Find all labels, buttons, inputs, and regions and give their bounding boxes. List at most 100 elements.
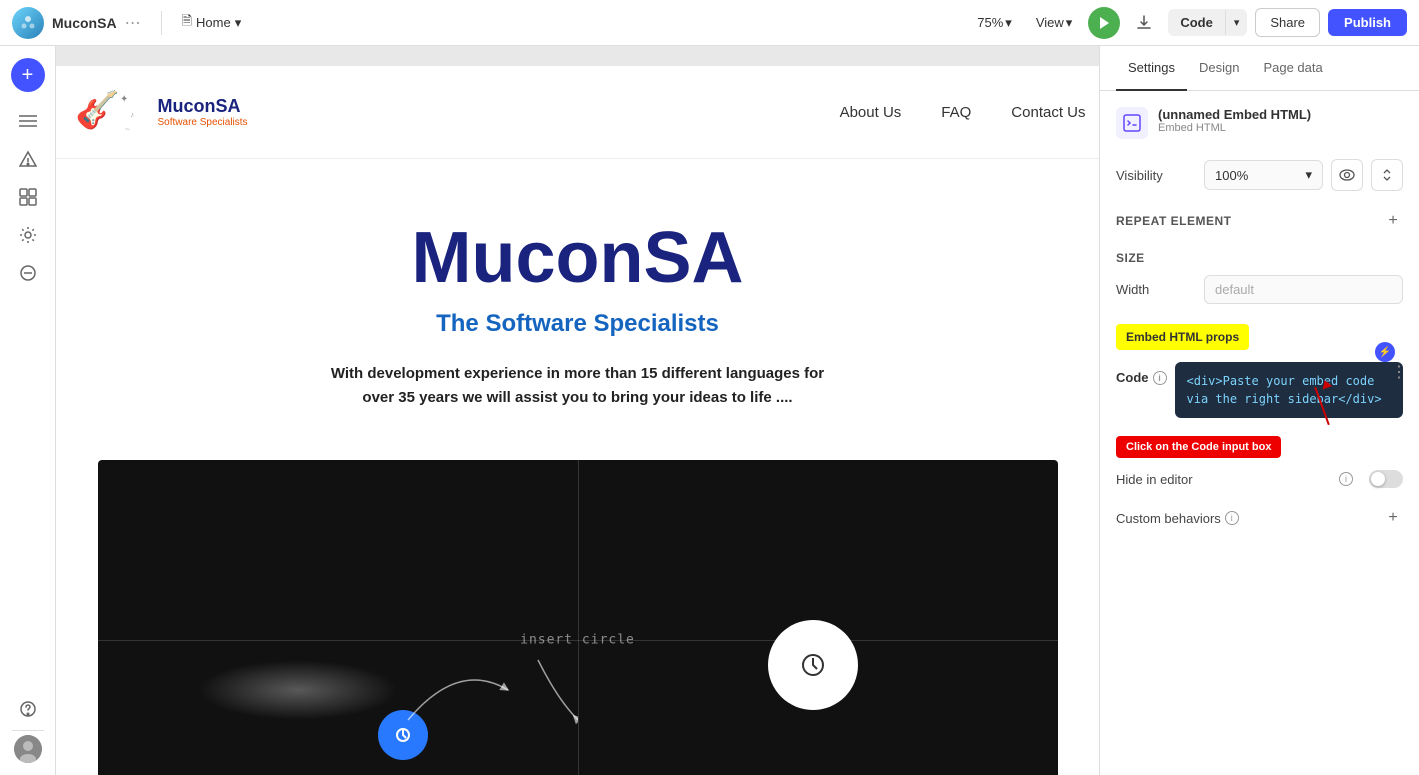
divider — [161, 11, 162, 35]
svg-text:~: ~ — [125, 125, 130, 134]
panel-content: (unnamed Embed HTML) Embed HTML Visibili… — [1100, 91, 1419, 775]
left-sidebar: + — [0, 46, 56, 775]
right-panel: Settings Design Page data (unnamed Embed… — [1099, 46, 1419, 775]
app-logo — [12, 7, 44, 39]
embed-props-section: Embed HTML props ⚡ Code i <div>Paste you… — [1116, 324, 1403, 488]
size-section: Size Width default — [1116, 251, 1403, 304]
hero-section: MuconSA The Software Specialists With de… — [56, 159, 1099, 440]
user-avatar[interactable] — [14, 735, 42, 763]
svg-text:♪: ♪ — [130, 110, 134, 119]
site-options-icon[interactable]: ⋯ — [125, 13, 141, 33]
page-name: Home — [196, 15, 231, 30]
logo-text: MuconSA Software Specialists — [158, 96, 248, 128]
repeat-element-label: Repeat element — [1116, 214, 1231, 228]
width-label: Width — [1116, 282, 1196, 297]
logo-image: 🎸 ✦ ♪ ~ — [70, 82, 150, 142]
code-more-button[interactable]: ⋮ — [1391, 362, 1407, 382]
visibility-label: Visibility — [1116, 168, 1196, 183]
view-label: View — [1036, 15, 1064, 30]
annotation-label: Click on the Code input box — [1116, 436, 1281, 458]
annotation-container: Click on the Code input box — [1116, 432, 1403, 458]
logo-sub: Software Specialists — [158, 117, 248, 128]
sidebar-elements-icon[interactable] — [11, 180, 45, 214]
top-bar: MuconSA ⋯ 🗎 Home ▾ 75% ▾ View ▾ Code ▾ S… — [0, 0, 1419, 46]
nav-about[interactable]: About Us — [840, 104, 902, 121]
zoom-control[interactable]: 75% ▾ — [969, 11, 1020, 35]
repeat-element-header: Repeat element + — [1116, 211, 1403, 231]
sidebar-divider-line — [12, 730, 44, 731]
element-name: (unnamed Embed HTML) — [1158, 107, 1403, 122]
hero-title: MuconSA — [118, 219, 1038, 298]
share-button[interactable]: Share — [1255, 8, 1320, 37]
sidebar-minus-circle-icon[interactable] — [11, 256, 45, 290]
page-selector[interactable]: 🗎 Home ▾ — [174, 8, 250, 38]
eye-toggle-button[interactable] — [1331, 159, 1363, 191]
sidebar-help-icon[interactable] — [11, 692, 45, 726]
hide-in-editor-row: Hide in editor i — [1116, 470, 1403, 488]
lightning-badge: ⚡ — [1375, 342, 1395, 362]
white-circle — [768, 620, 858, 710]
nav-faq[interactable]: FAQ — [941, 104, 971, 121]
width-value: default — [1215, 282, 1254, 297]
hero-subtitle: The Software Specialists — [118, 310, 1038, 338]
code-info-icon[interactable]: i — [1153, 371, 1167, 385]
code-value: <div>Paste your embed code via the right… — [1187, 374, 1382, 406]
code-input[interactable]: <div>Paste your embed code via the right… — [1175, 362, 1404, 418]
topbar-right: 75% ▾ View ▾ Code ▾ Share Publish — [969, 7, 1407, 39]
size-section-label: Size — [1116, 251, 1145, 265]
visibility-section: Visibility 100% ▾ — [1116, 159, 1403, 191]
element-type-icon — [1116, 107, 1148, 139]
zoom-dropdown-icon: ▾ — [1005, 15, 1012, 31]
toggle-knob — [1371, 472, 1385, 486]
zoom-level: 75% — [977, 15, 1003, 30]
site-nav: 🎸 ✦ ♪ ~ MuconSA Software Specialists Abo… — [56, 66, 1099, 159]
hide-info-icon[interactable]: i — [1339, 472, 1353, 486]
code-dropdown-button[interactable]: ▾ — [1225, 10, 1248, 35]
preview-play-button[interactable] — [1088, 7, 1120, 39]
sidebar-settings-icon[interactable] — [11, 218, 45, 252]
tab-settings[interactable]: Settings — [1116, 46, 1187, 91]
repeat-element-add-button[interactable]: + — [1383, 211, 1403, 231]
circle-glow — [198, 660, 398, 720]
nav-contact[interactable]: Contact Us — [1011, 104, 1085, 121]
custom-behaviors-section: Custom behaviors i + — [1116, 508, 1403, 528]
export-button[interactable] — [1128, 7, 1160, 39]
site-name: MuconSA — [52, 15, 117, 31]
visibility-value: 100% — [1215, 168, 1248, 183]
tab-page-data[interactable]: Page data — [1251, 46, 1334, 91]
page-file-icon: 🗎 — [182, 12, 192, 34]
width-input[interactable]: default — [1204, 275, 1403, 304]
sidebar-layers-icon[interactable] — [11, 104, 45, 138]
code-button-group: Code ▾ — [1168, 9, 1247, 36]
publish-button[interactable]: Publish — [1328, 9, 1407, 36]
logo-name: MuconSA — [158, 96, 248, 117]
hide-in-editor-toggle[interactable] — [1369, 470, 1403, 488]
view-dropdown-icon: ▾ — [1066, 15, 1073, 31]
element-info: (unnamed Embed HTML) Embed HTML — [1158, 107, 1403, 134]
visibility-row: Visibility 100% ▾ — [1116, 159, 1403, 191]
animation-canvas[interactable]: insert circle — [98, 460, 1058, 775]
hide-in-editor-label: Hide in editor — [1116, 472, 1331, 487]
visibility-input[interactable]: 100% ▾ — [1204, 160, 1323, 190]
custom-behaviors-add-button[interactable]: + — [1383, 508, 1403, 528]
svg-text:🎸: 🎸 — [75, 89, 120, 131]
site-logo: 🎸 ✦ ♪ ~ MuconSA Software Specialists — [70, 82, 248, 142]
main-area: + — [0, 46, 1419, 775]
visibility-dropdown-icon: ▾ — [1305, 167, 1312, 183]
code-main-button[interactable]: Code — [1168, 9, 1225, 36]
sidebar-warning-icon[interactable] — [11, 142, 45, 176]
code-label: Code i — [1116, 362, 1167, 385]
repeat-element-section: Repeat element + — [1116, 211, 1403, 231]
view-button[interactable]: View ▾ — [1028, 11, 1080, 35]
custom-behaviors-row: Custom behaviors i + — [1116, 508, 1403, 528]
tab-design[interactable]: Design — [1187, 46, 1251, 91]
website-preview: 🎸 ✦ ♪ ~ MuconSA Software Specialists Abo… — [56, 66, 1099, 775]
add-element-button[interactable]: + — [11, 58, 45, 92]
custom-behaviors-label: Custom behaviors i — [1116, 511, 1239, 526]
code-row: ⚡ Code i <div>Paste your embed code via … — [1116, 362, 1403, 418]
visibility-arrows-button[interactable] — [1371, 159, 1403, 191]
custom-behaviors-info-icon[interactable]: i — [1225, 511, 1239, 525]
canvas-area[interactable]: 🎸 ✦ ♪ ~ MuconSA Software Specialists Abo… — [56, 46, 1099, 775]
embed-props-header: Embed HTML props — [1116, 324, 1249, 350]
panel-tabs: Settings Design Page data — [1100, 46, 1419, 91]
